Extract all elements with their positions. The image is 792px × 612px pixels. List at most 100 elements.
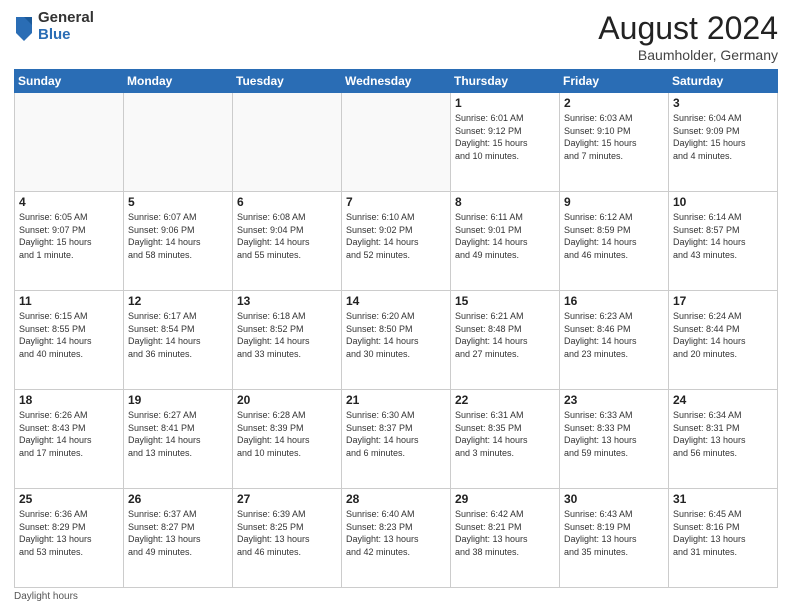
day-number: 29	[455, 492, 555, 506]
calendar-cell: 13 Sunrise: 6:18 AM Sunset: 8:52 PM Dayli…	[233, 291, 342, 390]
day-info: Sunrise: 6:18 AM Sunset: 8:52 PM Dayligh…	[237, 310, 337, 360]
header: General Blue August 2024 Baumholder, Ger…	[14, 10, 778, 63]
calendar-cell: 17 Sunrise: 6:24 AM Sunset: 8:44 PM Dayli…	[669, 291, 778, 390]
calendar-header-row: SundayMondayTuesdayWednesdayThursdayFrid…	[15, 70, 778, 93]
day-info: Sunrise: 6:23 AM Sunset: 8:46 PM Dayligh…	[564, 310, 664, 360]
day-number: 10	[673, 195, 773, 209]
day-info: Sunrise: 6:15 AM Sunset: 8:55 PM Dayligh…	[19, 310, 119, 360]
day-number: 18	[19, 393, 119, 407]
day-number: 15	[455, 294, 555, 308]
day-info: Sunrise: 6:26 AM Sunset: 8:43 PM Dayligh…	[19, 409, 119, 459]
day-info: Sunrise: 6:01 AM Sunset: 9:12 PM Dayligh…	[455, 112, 555, 162]
calendar-cell: 18 Sunrise: 6:26 AM Sunset: 8:43 PM Dayli…	[15, 390, 124, 489]
day-number: 13	[237, 294, 337, 308]
day-number: 21	[346, 393, 446, 407]
calendar-cell: 31 Sunrise: 6:45 AM Sunset: 8:16 PM Dayli…	[669, 489, 778, 588]
day-info: Sunrise: 6:36 AM Sunset: 8:29 PM Dayligh…	[19, 508, 119, 558]
calendar-cell: 30Sunrise: 6:43 AM Sunset: 8:19 PM Dayli…	[560, 489, 669, 588]
day-number: 14	[346, 294, 446, 308]
calendar-cell: 3 Sunrise: 6:04 AM Sunset: 9:09 PM Daylig…	[669, 93, 778, 192]
calendar-week-row: 25 Sunrise: 6:36 AM Sunset: 8:29 PM Dayli…	[15, 489, 778, 588]
month-year: August 2024	[598, 10, 778, 47]
logo: General Blue	[14, 10, 94, 43]
location: Baumholder, Germany	[598, 47, 778, 63]
day-info: Sunrise: 6:31 AM Sunset: 8:35 PM Dayligh…	[455, 409, 555, 459]
calendar-cell: 9Sunrise: 6:12 AM Sunset: 8:59 PM Daylig…	[560, 192, 669, 291]
calendar-cell: 2Sunrise: 6:03 AM Sunset: 9:10 PM Daylig…	[560, 93, 669, 192]
day-info: Sunrise: 6:20 AM Sunset: 8:50 PM Dayligh…	[346, 310, 446, 360]
calendar-cell: 25 Sunrise: 6:36 AM Sunset: 8:29 PM Dayli…	[15, 489, 124, 588]
calendar-week-row: 11 Sunrise: 6:15 AM Sunset: 8:55 PM Dayli…	[15, 291, 778, 390]
calendar-cell: 15 Sunrise: 6:21 AM Sunset: 8:48 PM Dayli…	[451, 291, 560, 390]
calendar-cell	[124, 93, 233, 192]
calendar-cell: 23 Sunrise: 6:33 AM Sunset: 8:33 PM Dayli…	[560, 390, 669, 489]
calendar-cell	[342, 93, 451, 192]
calendar-cell	[15, 93, 124, 192]
day-number: 24	[673, 393, 773, 407]
day-info: Sunrise: 6:12 AM Sunset: 8:59 PM Dayligh…	[564, 211, 664, 261]
logo-general: General	[38, 10, 94, 27]
page: General Blue August 2024 Baumholder, Ger…	[0, 0, 792, 612]
calendar-cell: 10 Sunrise: 6:14 AM Sunset: 8:57 PM Dayli…	[669, 192, 778, 291]
day-number: 3	[673, 96, 773, 110]
calendar: SundayMondayTuesdayWednesdayThursdayFrid…	[14, 69, 778, 588]
day-info: Sunrise: 6:10 AM Sunset: 9:02 PM Dayligh…	[346, 211, 446, 261]
calendar-day-header: Friday	[560, 70, 669, 93]
day-info: Sunrise: 6:40 AM Sunset: 8:23 PM Dayligh…	[346, 508, 446, 558]
calendar-cell: 1Sunrise: 6:01 AM Sunset: 9:12 PM Daylig…	[451, 93, 560, 192]
day-info: Sunrise: 6:24 AM Sunset: 8:44 PM Dayligh…	[673, 310, 773, 360]
logo-blue: Blue	[38, 27, 94, 44]
calendar-cell: 24 Sunrise: 6:34 AM Sunset: 8:31 PM Dayli…	[669, 390, 778, 489]
day-info: Sunrise: 6:33 AM Sunset: 8:33 PM Dayligh…	[564, 409, 664, 459]
calendar-cell: 22 Sunrise: 6:31 AM Sunset: 8:35 PM Dayli…	[451, 390, 560, 489]
day-number: 7	[346, 195, 446, 209]
calendar-day-header: Sunday	[15, 70, 124, 93]
day-number: 26	[128, 492, 228, 506]
day-number: 19	[128, 393, 228, 407]
calendar-cell: 14 Sunrise: 6:20 AM Sunset: 8:50 PM Dayli…	[342, 291, 451, 390]
day-number: 25	[19, 492, 119, 506]
calendar-cell: 26Sunrise: 6:37 AM Sunset: 8:27 PM Dayli…	[124, 489, 233, 588]
day-number: 30	[564, 492, 664, 506]
day-info: Sunrise: 6:30 AM Sunset: 8:37 PM Dayligh…	[346, 409, 446, 459]
calendar-cell: 20Sunrise: 6:28 AM Sunset: 8:39 PM Dayli…	[233, 390, 342, 489]
day-number: 23	[564, 393, 664, 407]
day-number: 16	[564, 294, 664, 308]
day-info: Sunrise: 6:04 AM Sunset: 9:09 PM Dayligh…	[673, 112, 773, 162]
calendar-cell	[233, 93, 342, 192]
logo-icon	[14, 13, 34, 41]
day-number: 5	[128, 195, 228, 209]
day-info: Sunrise: 6:27 AM Sunset: 8:41 PM Dayligh…	[128, 409, 228, 459]
day-info: Sunrise: 6:14 AM Sunset: 8:57 PM Dayligh…	[673, 211, 773, 261]
day-number: 17	[673, 294, 773, 308]
calendar-day-header: Saturday	[669, 70, 778, 93]
calendar-cell: 5 Sunrise: 6:07 AM Sunset: 9:06 PM Daylig…	[124, 192, 233, 291]
calendar-cell: 19 Sunrise: 6:27 AM Sunset: 8:41 PM Dayli…	[124, 390, 233, 489]
day-number: 28	[346, 492, 446, 506]
day-info: Sunrise: 6:11 AM Sunset: 9:01 PM Dayligh…	[455, 211, 555, 261]
day-info: Sunrise: 6:08 AM Sunset: 9:04 PM Dayligh…	[237, 211, 337, 261]
day-info: Sunrise: 6:05 AM Sunset: 9:07 PM Dayligh…	[19, 211, 119, 261]
day-info: Sunrise: 6:42 AM Sunset: 8:21 PM Dayligh…	[455, 508, 555, 558]
day-info: Sunrise: 6:34 AM Sunset: 8:31 PM Dayligh…	[673, 409, 773, 459]
day-info: Sunrise: 6:07 AM Sunset: 9:06 PM Dayligh…	[128, 211, 228, 261]
day-number: 12	[128, 294, 228, 308]
day-info: Sunrise: 6:39 AM Sunset: 8:25 PM Dayligh…	[237, 508, 337, 558]
calendar-day-header: Thursday	[451, 70, 560, 93]
day-number: 31	[673, 492, 773, 506]
day-number: 4	[19, 195, 119, 209]
calendar-cell: 8 Sunrise: 6:11 AM Sunset: 9:01 PM Daylig…	[451, 192, 560, 291]
calendar-day-header: Monday	[124, 70, 233, 93]
day-number: 27	[237, 492, 337, 506]
day-info: Sunrise: 6:21 AM Sunset: 8:48 PM Dayligh…	[455, 310, 555, 360]
day-number: 22	[455, 393, 555, 407]
calendar-cell: 7 Sunrise: 6:10 AM Sunset: 9:02 PM Daylig…	[342, 192, 451, 291]
logo-text: General Blue	[38, 10, 94, 43]
calendar-day-header: Tuesday	[233, 70, 342, 93]
day-number: 2	[564, 96, 664, 110]
day-number: 11	[19, 294, 119, 308]
day-number: 8	[455, 195, 555, 209]
footer-note: Daylight hours	[14, 591, 778, 602]
day-info: Sunrise: 6:45 AM Sunset: 8:16 PM Dayligh…	[673, 508, 773, 558]
day-info: Sunrise: 6:17 AM Sunset: 8:54 PM Dayligh…	[128, 310, 228, 360]
